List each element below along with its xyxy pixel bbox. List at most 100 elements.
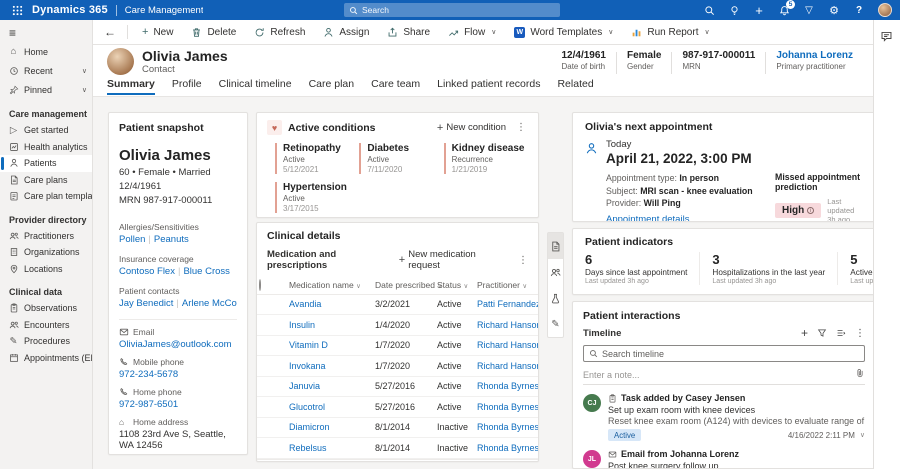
- table-row[interactable]: Avandia3/2/2021ActivePatti Fernandez: [257, 294, 538, 315]
- note-input[interactable]: [583, 370, 855, 380]
- table-row[interactable]: Diamicron8/1/2014InactiveRhonda Byrnes: [257, 417, 538, 438]
- medication-link[interactable]: Vitamin D: [289, 340, 328, 350]
- app-launcher-icon[interactable]: [8, 5, 26, 16]
- allergy-link[interactable]: Pollen: [119, 234, 145, 245]
- timeline-entry-task[interactable]: CJ Task added by Casey Jensen Set up exa…: [583, 393, 865, 441]
- tab-linked-patient-records[interactable]: Linked patient records: [437, 78, 540, 93]
- chevron-down-icon[interactable]: ∨: [82, 67, 87, 75]
- app-name[interactable]: Care Management: [125, 5, 204, 16]
- assign-button[interactable]: Assign: [315, 21, 377, 43]
- table-row[interactable]: Rebelsus8/1/2014InactiveRhonda Byrnes: [257, 438, 538, 459]
- column-header-date-prescribed[interactable]: Date prescribed ∨: [373, 276, 435, 294]
- sidebar-item-get-started[interactable]: ▷ Get started: [0, 122, 92, 139]
- delete-button[interactable]: Delete: [183, 21, 244, 43]
- global-search[interactable]: [344, 3, 560, 17]
- insurance-link[interactable]: Blue Cross: [183, 266, 229, 277]
- sidebar-item-observations[interactable]: Observations: [0, 300, 92, 317]
- condition-item[interactable]: Retinopathy Active 5/12/2021: [275, 143, 359, 174]
- tab-procedures-icon[interactable]: ✎: [548, 311, 563, 337]
- table-row[interactable]: Glucotrol5/27/2016ActiveRhonda Byrnes: [257, 397, 538, 418]
- paperclip-icon[interactable]: [855, 368, 865, 381]
- contact-link[interactable]: Arlene McCoy: [182, 298, 237, 309]
- back-button[interactable]: ←: [99, 25, 121, 39]
- practitioner-link[interactable]: Richard Hanson: [477, 361, 538, 371]
- timeline-search-box[interactable]: [583, 345, 865, 362]
- practitioner-link[interactable]: Rhonda Byrnes: [477, 443, 538, 453]
- condition-item[interactable]: Diabetes Active 7/11/2020: [359, 143, 443, 174]
- flow-button[interactable]: Flow ∨: [440, 21, 504, 43]
- patient-avatar[interactable]: [107, 48, 134, 75]
- feedback-chat-icon[interactable]: [880, 30, 894, 44]
- column-header-status[interactable]: Status ∨: [435, 276, 475, 294]
- condition-item[interactable]: Hypertension Active 3/17/2015: [275, 182, 359, 213]
- sidebar-item-patients[interactable]: Patients: [0, 155, 92, 172]
- more-options-icon[interactable]: ⋮: [516, 255, 530, 266]
- filter-icon[interactable]: [817, 328, 827, 338]
- table-row[interactable]: Insulin1/4/2020ActiveRichard Hanson: [257, 315, 538, 336]
- new-button[interactable]: + New: [134, 21, 181, 43]
- select-all-checkbox[interactable]: [259, 279, 261, 291]
- tab-clinical-timeline[interactable]: Clinical timeline: [219, 78, 292, 93]
- table-row[interactable]: Januvia5/27/2016ActiveRhonda Byrnes: [257, 376, 538, 397]
- practitioner-link[interactable]: Richard Hanson: [477, 320, 538, 330]
- practitioner-link[interactable]: Richard Hanson: [477, 340, 538, 350]
- medication-link[interactable]: Rebelsus: [289, 443, 327, 453]
- new-medication-request-button[interactable]: + New medication request: [399, 249, 510, 271]
- tab-care-team[interactable]: Care team: [371, 78, 420, 93]
- practitioner-link[interactable]: Johanna Lorenz: [776, 50, 853, 61]
- practitioner-link[interactable]: Rhonda Byrnes: [477, 402, 538, 412]
- sidebar-item-home[interactable]: ⌂ Home: [0, 42, 92, 61]
- tab-profile[interactable]: Profile: [172, 78, 202, 93]
- tab-related[interactable]: Related: [557, 78, 593, 93]
- column-header-practitioner[interactable]: Practitioner ∨: [475, 276, 538, 294]
- mobile-phone-link[interactable]: 972-234-5678: [119, 369, 178, 380]
- next-page-icon[interactable]: →: [522, 460, 531, 462]
- sidebar-item-organizations[interactable]: Organizations: [0, 244, 92, 261]
- refresh-button[interactable]: Refresh: [246, 21, 313, 43]
- contact-link[interactable]: Jay Benedict: [119, 298, 173, 309]
- lightbulb-icon[interactable]: [728, 4, 740, 16]
- sidebar-item-care-plans[interactable]: Care plans: [0, 172, 92, 189]
- table-row[interactable]: Invokana1/7/2020ActiveRichard Hanson: [257, 356, 538, 377]
- note-entry-row[interactable]: [583, 365, 865, 385]
- practitioner-link[interactable]: Rhonda Byrnes: [477, 422, 538, 432]
- sidebar-item-encounters[interactable]: Encounters: [0, 317, 92, 334]
- search-icon[interactable]: [703, 4, 715, 16]
- medication-link[interactable]: Insulin: [289, 320, 315, 330]
- medication-link[interactable]: Januvia: [289, 381, 320, 391]
- timeline-entry-email[interactable]: JL Email from Johanna Lorenz Post knee s…: [583, 449, 865, 469]
- home-phone-link[interactable]: 972-987-6501: [119, 399, 178, 410]
- tab-care-plan[interactable]: Care plan: [309, 78, 355, 93]
- tab-lab-results-icon[interactable]: [548, 285, 563, 311]
- run-report-button[interactable]: Run Report ∨: [623, 21, 717, 43]
- add-timeline-record-icon[interactable]: +: [801, 326, 808, 340]
- sidebar-item-practitioners[interactable]: Practitioners: [0, 228, 92, 245]
- chevron-down-icon[interactable]: ∨: [860, 431, 865, 439]
- word-templates-button[interactable]: W Word Templates ∨: [506, 21, 621, 43]
- tab-summary[interactable]: Summary: [107, 78, 155, 95]
- first-page-icon[interactable]: ⇤: [458, 460, 465, 463]
- notifications-icon[interactable]: 5: [778, 4, 790, 16]
- more-options-icon[interactable]: ⋮: [855, 328, 865, 339]
- help-icon[interactable]: ?: [853, 4, 865, 16]
- quick-create-icon[interactable]: +: [753, 4, 765, 16]
- practitioner-link[interactable]: Rhonda Byrnes: [477, 381, 538, 391]
- tab-encounters-icon[interactable]: [548, 259, 563, 285]
- share-button[interactable]: Share: [379, 21, 438, 43]
- user-avatar[interactable]: [878, 3, 892, 17]
- insurance-link[interactable]: Contoso Flex: [119, 266, 175, 277]
- hamburger-menu-icon[interactable]: ≡: [0, 24, 92, 42]
- appointment-details-link[interactable]: Appointment details: [606, 214, 689, 223]
- medication-link[interactable]: Invokana: [289, 361, 326, 371]
- tab-medications-icon[interactable]: [548, 233, 563, 259]
- more-options-icon[interactable]: ⋮: [514, 122, 528, 133]
- sidebar-item-appointments-emr[interactable]: Appointments (EMR): [0, 350, 92, 367]
- condition-item[interactable]: Kidney disease Recurrence 1/21/2019: [444, 143, 528, 174]
- sidebar-item-locations[interactable]: Locations: [0, 261, 92, 278]
- timeline-search-input[interactable]: [602, 349, 859, 359]
- sidebar-item-care-plan-templates[interactable]: Care plan templates: [0, 188, 92, 205]
- table-row[interactable]: Vitamin D1/7/2020ActiveRichard Hanson: [257, 335, 538, 356]
- info-icon[interactable]: [807, 207, 814, 214]
- previous-page-icon[interactable]: ←: [472, 460, 481, 462]
- medication-link[interactable]: Avandia: [289, 299, 321, 309]
